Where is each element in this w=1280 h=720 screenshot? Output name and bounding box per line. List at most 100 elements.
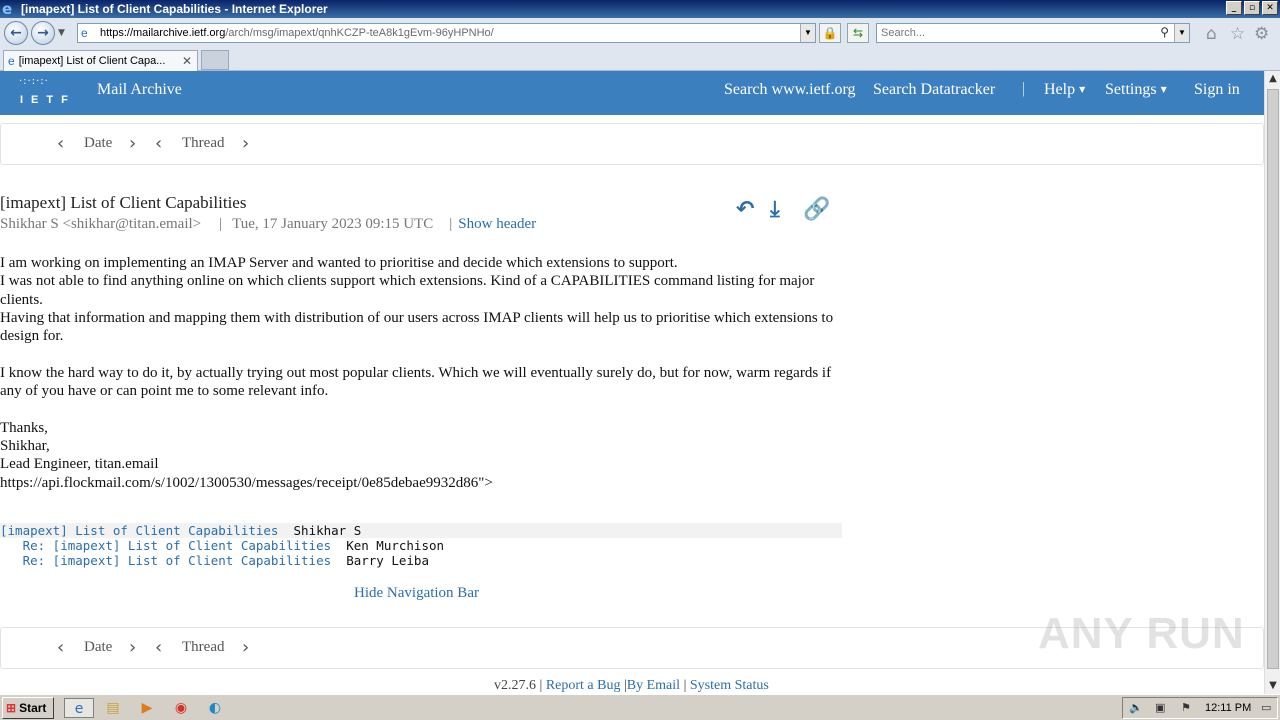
settings-menu[interactable]: Settings ▼	[1105, 81, 1167, 99]
thread-subject-link[interactable]: Re: [imapext] List of Client Capabilitie…	[23, 538, 332, 553]
search-icon[interactable]: ⚲	[1160, 25, 1169, 39]
close-button[interactable]: ✕	[1262, 1, 1278, 15]
thread-nav-label: Thread	[182, 639, 225, 655]
taskbar-edge-icon[interactable]: ◐	[204, 698, 226, 718]
volume-icon[interactable]: 🔈	[1129, 701, 1143, 714]
thread-author: Ken Murchison	[346, 538, 445, 553]
thread-list: [imapext] List of Client Capabilities Sh…	[0, 523, 842, 568]
reply-icon[interactable]: ↶	[736, 197, 754, 222]
taskbar-chrome-icon[interactable]: ◉	[170, 698, 192, 718]
anyrun-watermark: ANY RUN	[1038, 609, 1245, 658]
footer-separator: |	[539, 678, 543, 693]
footer-separator: |	[683, 678, 687, 693]
network-icon[interactable]: ▣	[1155, 701, 1165, 714]
message-meta: Shikhar S <shikhar@titan.email> | Tue, 17 …	[0, 216, 536, 233]
search-datatracker-link[interactable]: Search Datatracker	[873, 81, 995, 99]
help-menu[interactable]: Help ▼	[1044, 81, 1085, 99]
message-body: I am working on implementing an IMAP Ser…	[0, 254, 840, 492]
page-footer: v2.27.6 | Report a Bug |By Email | Syste…	[494, 678, 769, 694]
thread-row: [imapext] List of Client Capabilities Sh…	[0, 523, 842, 538]
chevron-right-icon[interactable]: ›	[129, 637, 136, 658]
star-icon[interactable]: ☆	[1230, 24, 1245, 44]
chevron-right-icon[interactable]: ›	[129, 133, 136, 154]
scroll-thumb[interactable]	[1267, 89, 1279, 669]
page-scrollbar[interactable]: ▲ ▼	[1264, 71, 1280, 694]
lock-icon[interactable]: 🔒	[819, 23, 841, 43]
thread-row: Re: [imapext] List of Client Capabilitie…	[0, 553, 842, 568]
chevron-left-icon[interactable]: ‹	[155, 133, 162, 154]
chevron-right-icon[interactable]: ›	[242, 133, 249, 154]
window-titlebar: e [imapext] List of Client Capabilities …	[0, 0, 1280, 18]
report-bug-link[interactable]: Report a Bug	[546, 678, 621, 693]
body-line: Thanks,	[0, 419, 48, 436]
address-dropdown-icon[interactable]: ▼	[800, 24, 815, 42]
date-nav-label: Date	[84, 135, 113, 151]
minimize-button[interactable]: _	[1226, 1, 1242, 15]
logo-dots: ·:·:·:·	[19, 76, 49, 87]
chevron-right-icon[interactable]: ›	[242, 637, 249, 658]
body-line: Shikhar,	[0, 437, 50, 454]
start-label: Start	[19, 701, 47, 715]
hide-navigation-bar-link[interactable]: Hide Navigation Bar	[354, 585, 479, 602]
forward-icon: →	[37, 25, 49, 41]
show-header-link[interactable]: Show header	[458, 216, 536, 232]
tab-close-icon[interactable]: ✕	[182, 54, 192, 68]
maximize-button[interactable]: ▫	[1244, 1, 1260, 15]
version-text: v2.27.6	[494, 678, 536, 693]
thread-row: Re: [imapext] List of Client Capabilitie…	[0, 538, 842, 553]
ietf-logo[interactable]: ·:·:·:· IETF	[17, 74, 75, 110]
scroll-up-icon[interactable]: ▲	[1265, 71, 1280, 87]
sign-in-link[interactable]: Sign in	[1194, 81, 1240, 99]
by-email-link[interactable]: By Email	[627, 678, 680, 693]
thread-nav-label: Thread	[182, 135, 225, 151]
taskbar-ie-icon[interactable]: e	[64, 698, 94, 718]
ie-icon: e	[2, 0, 13, 18]
chevron-left-icon[interactable]: ‹	[57, 133, 64, 154]
windows-flag-icon: ⊞	[6, 701, 17, 715]
page-viewport: ·:·:·:· IETF Mail Archive Search www.iet…	[0, 71, 1264, 694]
thread-subject-link[interactable]: [imapext] List of Client Capabilities	[0, 523, 278, 538]
gear-icon[interactable]: ⚙	[1254, 24, 1269, 44]
scroll-down-icon[interactable]: ▼	[1265, 678, 1280, 694]
browser-search-input[interactable]: Search... ⚲ ▼	[876, 23, 1190, 43]
search-dropdown-icon[interactable]: ▼	[1174, 24, 1189, 42]
body-line: I am working on implementing an IMAP Ser…	[0, 255, 678, 271]
thread-subject-link[interactable]: Re: [imapext] List of Client Capabilitie…	[23, 553, 332, 568]
site-header: ·:·:·:· IETF Mail Archive Search www.iet…	[0, 71, 1264, 115]
nav-separator: |	[1022, 80, 1026, 97]
tab-current[interactable]: e [imapext] List of Client Capa... ✕	[3, 50, 198, 71]
back-button[interactable]: ←	[4, 21, 28, 45]
tab-favicon: e	[8, 54, 15, 68]
body-line: https://api.flockmail.com/s/1002/1300530…	[0, 474, 493, 491]
caret-down-icon: ▼	[1079, 85, 1086, 94]
flag-icon[interactable]: ⚑	[1181, 701, 1191, 714]
site-brand[interactable]: Mail Archive	[97, 81, 182, 99]
history-dropdown-icon[interactable]: ▼	[58, 28, 65, 38]
taskbar-media-icon[interactable]: ▶	[136, 698, 158, 718]
start-button[interactable]: ⊞ Start	[2, 697, 54, 719]
download-icon[interactable]: ⤓	[770, 197, 780, 222]
meta-separator: |	[449, 216, 453, 232]
search-placeholder: Search...	[881, 27, 926, 39]
meta-separator: |	[219, 216, 223, 232]
address-bar[interactable]: e https://mailarchive.ietf.org/arch/msg/…	[77, 23, 816, 43]
home-icon[interactable]: ⌂	[1206, 24, 1217, 44]
chevron-left-icon[interactable]: ‹	[155, 637, 162, 658]
clock: 12:11 PM	[1205, 702, 1252, 714]
back-icon: ←	[10, 25, 22, 41]
url-path: /arch/msg/imapext/qnhKCZP-teA8k1gEvm-96y…	[225, 27, 494, 39]
window-title: [imapext] List of Client Capabilities - …	[21, 2, 328, 16]
tab-bar: e [imapext] List of Client Capa... ✕	[0, 48, 1280, 71]
logo-text: IETF	[20, 94, 76, 106]
chevron-left-icon[interactable]: ‹	[57, 637, 64, 658]
new-tab-button[interactable]	[201, 50, 229, 70]
forward-button[interactable]: →	[31, 21, 55, 45]
search-ietf-link[interactable]: Search www.ietf.org	[724, 81, 856, 99]
link-icon[interactable]: 🔗	[803, 197, 830, 222]
taskbar-explorer-icon[interactable]: ▤	[102, 698, 124, 718]
url-host: https://mailarchive.ietf.org	[100, 27, 226, 39]
message-date: Tue, 17 January 2023 09:15 UTC	[232, 216, 434, 232]
show-desktop-icon[interactable]: ▭	[1261, 701, 1271, 714]
refresh-icon[interactable]: ⇆	[847, 23, 869, 43]
system-status-link[interactable]: System Status	[690, 678, 769, 693]
